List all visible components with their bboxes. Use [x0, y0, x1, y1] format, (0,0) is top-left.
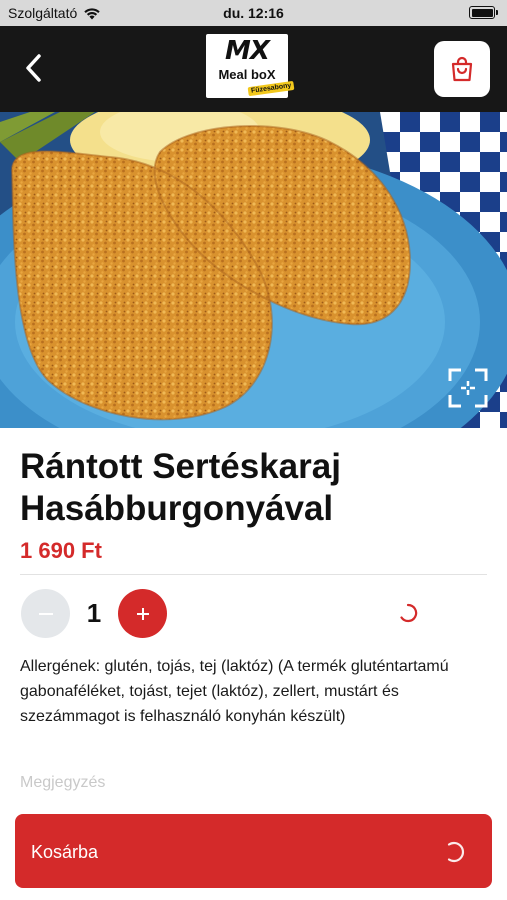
- decrease-quantity-button[interactable]: [21, 589, 70, 638]
- cart-loading-spinner-icon: [447, 841, 465, 863]
- increase-quantity-button[interactable]: [118, 589, 167, 638]
- allergen-info: Allergének: glutén, tojás, tej (laktóz) …: [20, 658, 449, 725]
- battery-icon: [469, 6, 498, 19]
- meal-box-logo: MX Meal boX Fűzesabony: [206, 34, 295, 98]
- back-button[interactable]: [14, 46, 54, 90]
- loading-spinner-icon: [400, 603, 418, 623]
- quantity-value: 1: [86, 598, 102, 628]
- note-input[interactable]: [20, 770, 490, 796]
- minus-icon: [38, 612, 53, 615]
- chevron-left-icon: [26, 54, 41, 82]
- product-price: 1 690 Ft: [20, 538, 102, 563]
- product-image: [0, 112, 507, 428]
- plus-icon: [136, 607, 149, 620]
- logo-brand: MX: [225, 36, 270, 66]
- shopping-bag-icon: [451, 56, 473, 82]
- status-time: du. 12:16: [223, 5, 284, 21]
- add-to-cart-label: Kosárba: [31, 842, 99, 862]
- logo-tag: Fűzesabony: [247, 80, 295, 97]
- divider: [20, 574, 487, 575]
- product-title: Rántott Sertéskaraj Hasábburgonyával: [20, 447, 341, 528]
- cart-button[interactable]: [434, 41, 490, 97]
- fullscreen-button[interactable]: [444, 364, 492, 412]
- status-bar: Szolgáltató du. 12:16: [0, 0, 507, 26]
- logo-name: Meal boX: [218, 67, 276, 82]
- expand-icon: [448, 368, 488, 408]
- app-header: MX Meal boX Fűzesabony: [0, 26, 507, 112]
- add-to-cart-button[interactable]: Kosárba: [15, 814, 492, 888]
